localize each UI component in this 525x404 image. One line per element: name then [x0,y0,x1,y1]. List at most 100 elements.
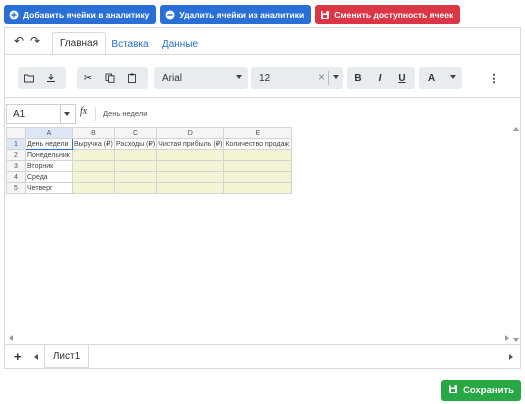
cell-d3[interactable] [156,160,225,172]
formula-input[interactable]: День недели [103,109,147,118]
column-header-a[interactable]: A [25,127,73,139]
cell-e4[interactable] [223,171,293,183]
cell-a4[interactable]: Среда [25,171,73,183]
sheet-grid[interactable]: A B C D E 1 День недели Выручка (₽) Расх… [6,127,520,342]
cell-c2[interactable] [113,149,158,161]
toggle-cell-access-button[interactable]: Сменить доступность ячеек [315,5,461,24]
clipboard-group: ✂ [77,67,148,89]
scroll-left-icon[interactable] [9,335,13,341]
row-header[interactable]: 2 [6,149,26,161]
row-header[interactable]: 1 [6,138,26,150]
column-header-e[interactable]: E [223,127,293,139]
open-folder-icon[interactable] [18,67,40,89]
column-header-d[interactable]: D [156,127,225,139]
tab-home[interactable]: Главная [52,32,106,55]
cell-reference-value: A1 [13,108,26,120]
save-disk-icon [320,10,330,20]
cell-b2[interactable] [72,149,115,161]
remove-from-analytics-button[interactable]: Удалить ячейки из аналитики [160,5,312,24]
cell-e2[interactable] [223,149,293,161]
download-icon[interactable] [40,67,62,89]
scroll-right-icon[interactable] [505,335,509,341]
cell-a5[interactable]: Четверг [25,182,73,194]
table-row: 3 Вторник [6,160,293,172]
cell-c5[interactable] [113,182,158,194]
next-sheet-icon[interactable] [509,354,513,360]
corner-cell[interactable] [6,127,26,139]
cell-c3[interactable] [113,160,158,172]
cell-reference-box[interactable]: A1 [6,104,76,124]
previous-sheet-icon[interactable] [34,354,38,360]
chevron-down-icon [333,75,339,79]
toggle-cell-access-label: Сменить доступность ячеек [334,9,454,20]
add-to-analytics-label: Добавить ячейки в аналитику [23,9,150,20]
chevron-down-icon [236,75,242,79]
add-to-analytics-button[interactable]: Добавить ячейки в аналитику [4,5,157,24]
tab-data[interactable]: Данные [155,34,205,55]
column-header-c[interactable]: C [113,127,158,139]
cell-d4[interactable] [156,171,225,183]
cell-e5[interactable] [223,182,293,194]
font-family-select[interactable]: Arial [154,67,248,89]
text-style-group: B I U [347,67,415,89]
redo-icon[interactable]: ↷ [30,34,40,48]
minus-circle-icon [165,10,175,20]
cell-c1[interactable]: Расходы (₽) [113,138,158,150]
cell-a2[interactable]: Понедельник [25,149,73,161]
save-button[interactable]: Сохранить [441,380,521,401]
cell-b4[interactable] [72,171,115,183]
row-header[interactable]: 5 [6,182,26,194]
table-row: 2 Понедельник [6,149,293,161]
cell-d1[interactable]: Чистая прибыль (₽) [156,138,225,150]
cell-d5[interactable] [156,182,225,194]
formula-bar: A1 fx День недели [5,104,520,124]
vertical-scrollbar[interactable] [513,127,520,342]
copy-icon[interactable] [99,67,121,89]
row-header[interactable]: 4 [6,171,26,183]
sheet-tab[interactable]: Лист1 [44,345,89,368]
undo-icon[interactable]: ↶ [14,34,24,48]
cell-e1[interactable]: Количество продаж [223,138,293,150]
format-toolbar: ✂ Arial 12 × B I U A ⋮ [5,54,520,98]
table-row: 5 Четверг [6,182,293,194]
table-row: 4 Среда [6,171,293,183]
spreadsheet-panel: ↶ ↷ Главная Вставка Данные ✂ Arial 12 × … [4,27,521,369]
scroll-up-icon[interactable] [513,127,519,131]
divider [95,107,96,121]
horizontal-scrollbar[interactable] [9,335,509,342]
cell-d2[interactable] [156,149,225,161]
sheet-table: A B C D E 1 День недели Выручка (₽) Расх… [6,127,293,194]
function-icon: fx [80,106,88,117]
italic-button[interactable]: I [369,67,391,89]
bold-button[interactable]: B [347,67,369,89]
paste-icon[interactable] [121,67,143,89]
cell-b1[interactable]: Выручка (₽) [72,138,115,150]
sheet-tabs-bar: + Лист1 [5,344,520,368]
cell-b3[interactable] [72,160,115,172]
remove-from-analytics-label: Удалить ячейки из аналитики [179,9,305,20]
scroll-down-icon[interactable] [513,338,519,342]
action-bar: Добавить ячейки в аналитику Удалить ячей… [4,5,461,24]
font-size-select[interactable]: 12 × [251,67,343,89]
save-label: Сохранить [463,385,514,396]
underline-button[interactable]: U [391,67,413,89]
table-row: 1 День недели Выручка (₽) Расходы (₽) Чи… [6,138,293,150]
clear-icon[interactable]: × [318,70,325,84]
cut-icon[interactable]: ✂ [77,67,99,89]
row-header[interactable]: 3 [6,160,26,172]
file-group [18,67,66,89]
chevron-down-icon [450,75,456,79]
cell-a1[interactable]: День недели [25,138,73,150]
cell-c4[interactable] [113,171,158,183]
cell-e3[interactable] [223,160,293,172]
cell-a3[interactable]: Вторник [25,160,73,172]
add-sheet-icon[interactable]: + [14,349,22,364]
text-color-select[interactable]: A [419,67,462,89]
chevron-down-icon [64,112,70,116]
save-disk-icon [448,384,458,397]
cell-b5[interactable] [72,182,115,194]
more-options-icon[interactable]: ⋮ [487,67,501,89]
tab-insert[interactable]: Вставка [108,34,152,55]
divider [328,71,329,85]
column-header-b[interactable]: B [72,127,115,139]
